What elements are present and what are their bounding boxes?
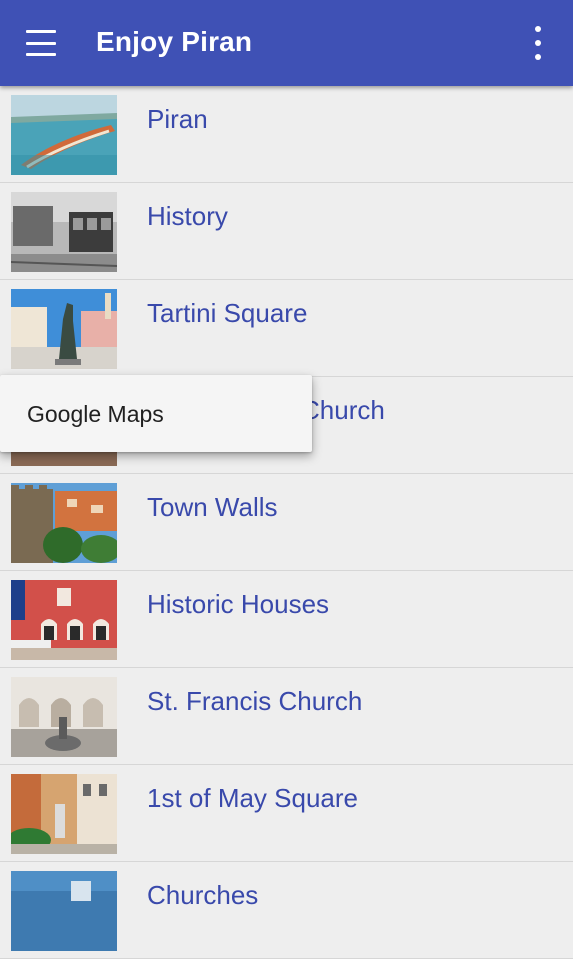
aerial-peninsula-photo — [11, 95, 117, 175]
historic-tram-photo — [11, 192, 117, 272]
app-bar: Enjoy Piran — [0, 0, 573, 86]
statue-square-photo — [11, 289, 117, 369]
hamburger-menu-icon[interactable] — [20, 24, 70, 62]
town-walls-photo — [11, 483, 117, 563]
attractions-list: Piran History Tartini Square Church Town… — [0, 86, 573, 959]
list-item[interactable]: Piran — [0, 86, 573, 183]
list-item[interactable]: Churches — [0, 862, 573, 959]
list-item-label: 1st of May Square — [147, 783, 358, 813]
venetian-house-photo — [11, 580, 117, 660]
list-item-label: Historic Houses — [147, 589, 330, 619]
google-maps-option[interactable]: Google Maps — [27, 401, 164, 428]
list-item-label: History — [147, 201, 228, 231]
app-title: Enjoy Piran — [96, 26, 253, 57]
list-item-label: Tartini Square — [147, 298, 308, 328]
list-item[interactable]: Historic Houses — [0, 571, 573, 668]
list-item[interactable]: 1st of May Square — [0, 765, 573, 862]
list-item[interactable]: Tartini Square — [0, 280, 573, 377]
list-item-label: Church — [301, 395, 385, 425]
may-square-photo — [11, 774, 117, 854]
cloister-photo — [11, 677, 117, 757]
popup-menu: Google Maps — [0, 375, 312, 452]
list-item[interactable]: St. Francis Church — [0, 668, 573, 765]
churches-photo — [11, 871, 117, 951]
list-item-label: St. Francis Church — [147, 686, 363, 716]
list-item[interactable]: History — [0, 183, 573, 280]
list-item-label: Piran — [147, 104, 208, 134]
list-item-label: Town Walls — [147, 492, 278, 522]
list-item[interactable]: Town Walls — [0, 474, 573, 571]
list-item-label: Churches — [147, 880, 259, 910]
more-vert-icon[interactable] — [522, 26, 554, 60]
